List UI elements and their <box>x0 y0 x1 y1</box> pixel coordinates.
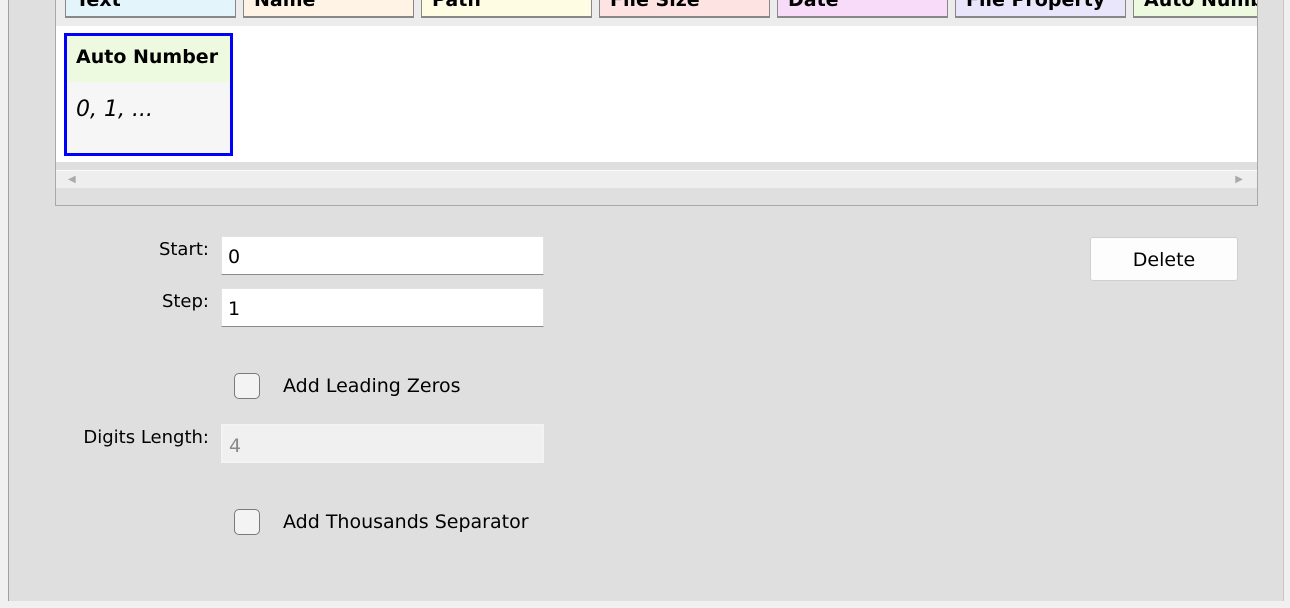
token-button[interactable]: File Property <box>955 0 1126 18</box>
digits-length-input: 4 <box>221 424 544 463</box>
token-palette: Text Name Path File Size Date File Property Au… <box>56 0 1257 26</box>
token-button[interactable]: Auto Number <box>1133 0 1257 18</box>
token-button[interactable]: Path <box>421 0 592 18</box>
token-strip: Text Name Path File Size Date File Property Au… <box>55 0 1258 206</box>
scroll-right-icon[interactable]: ▶ <box>1235 174 1243 185</box>
step-input[interactable]: 1 <box>221 288 544 327</box>
start-input[interactable]: 0 <box>221 236 544 275</box>
thousands-separator-checkbox[interactable] <box>234 509 260 535</box>
token-button[interactable]: Name <box>243 0 414 18</box>
auto-number-panel: Text Name Path File Size Date File Property Au… <box>8 0 1284 601</box>
leading-zeros-checkbox[interactable] <box>234 373 260 399</box>
step-label: Step: <box>161 291 209 312</box>
token-card-title: Auto Number <box>67 36 230 82</box>
start-label: Start: <box>158 239 209 260</box>
leading-zeros-label[interactable]: Add Leading Zeros <box>283 375 461 397</box>
digits-length-label: Digits Length: <box>83 427 209 448</box>
token-sequence-area: Auto Number 0, 1, ... <box>56 26 1257 162</box>
token-button[interactable]: Text <box>65 0 236 18</box>
delete-button[interactable]: Delete <box>1090 237 1238 281</box>
token-button[interactable]: File Size <box>599 0 770 18</box>
thousands-separator-label[interactable]: Add Thousands Separator <box>283 511 529 533</box>
scroll-left-icon[interactable]: ◀ <box>68 174 76 185</box>
token-card-preview: 0, 1, ... <box>76 97 153 122</box>
token-button[interactable]: Date <box>777 0 948 18</box>
auto-number-token-card[interactable]: Auto Number 0, 1, ... <box>64 33 233 156</box>
horizontal-scrollbar[interactable]: ◀ ▶ <box>56 170 1257 188</box>
